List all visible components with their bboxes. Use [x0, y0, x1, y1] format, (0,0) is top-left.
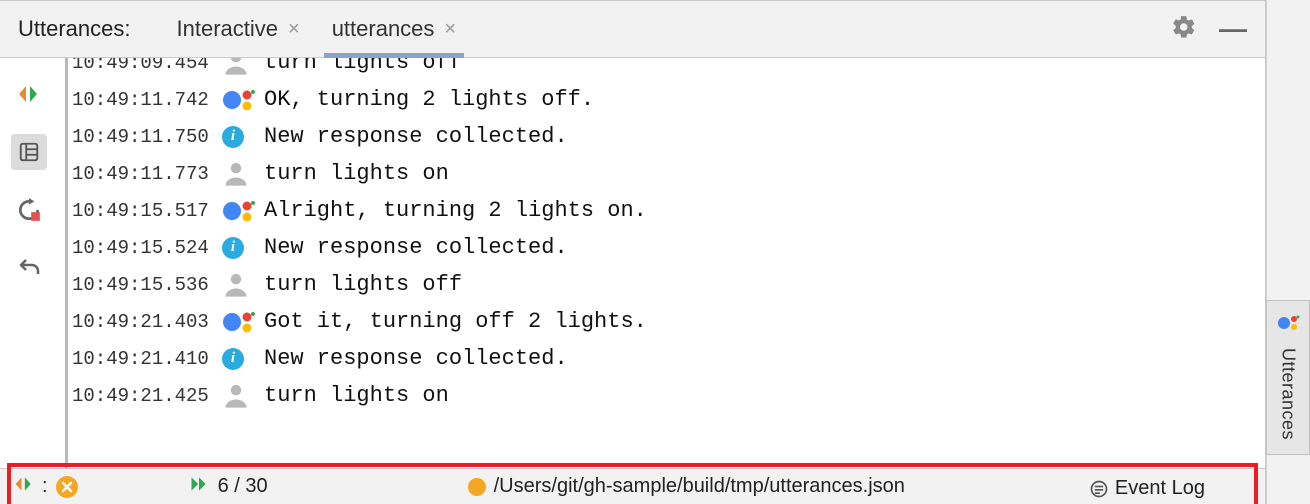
- tab-interactive[interactable]: Interactive ×: [161, 1, 316, 57]
- log-message: OK, turning 2 lights off.: [264, 87, 594, 112]
- log-timestamp: 10:49:11.742: [72, 89, 222, 111]
- left-toolbar: [0, 58, 58, 468]
- side-tab-label: Utterances: [1278, 348, 1299, 440]
- log-timestamp: 10:49:21.403: [72, 311, 222, 333]
- close-icon[interactable]: ×: [288, 19, 300, 39]
- log-timestamp: 10:49:21.425: [72, 385, 222, 407]
- status-file-path: /Users/git/gh-sample/build/tmp/utterance…: [494, 475, 905, 498]
- log-timestamp: 10:49:15.517: [72, 200, 222, 222]
- tab-bar: Interactive × utterances ×: [161, 1, 473, 57]
- status-bar: : 6 / 30 /Users/git/gh-sample/build/tmp/…: [0, 468, 1265, 504]
- info-icon: i: [222, 348, 264, 370]
- log-timestamp: 10:49:15.536: [72, 274, 222, 296]
- event-log-link[interactable]: Event Log: [1089, 477, 1205, 500]
- log-message: New response collected.: [264, 346, 568, 371]
- log-row[interactable]: 10:49:15.536 turn lights off: [72, 266, 1265, 303]
- tab-label: utterances: [332, 16, 435, 42]
- log-message: turn lights on: [264, 161, 449, 186]
- right-rail: Utterances: [1266, 0, 1310, 504]
- info-icon: i: [222, 237, 264, 259]
- log-row[interactable]: 10:49:21.425 turn lights on: [72, 377, 1265, 414]
- assistant-icon: [222, 309, 264, 335]
- status-progress: 6 / 30: [218, 475, 268, 498]
- log-row[interactable]: 10:49:11.773 turn lights on: [72, 155, 1265, 192]
- log-gutter: [58, 58, 68, 468]
- status-colon: :: [42, 475, 48, 498]
- log-timestamp: 10:49:15.524: [72, 237, 222, 259]
- log-message: New response collected.: [264, 124, 568, 149]
- traffic-arrows-icon[interactable]: [11, 76, 47, 112]
- tab-label: Interactive: [177, 16, 279, 42]
- minimize-icon[interactable]: —: [1219, 13, 1247, 45]
- log-area[interactable]: 10:49:09.454 turn lights off 10:49:11.742 O…: [58, 58, 1265, 468]
- gear-icon[interactable]: [1171, 14, 1197, 45]
- log-timestamp: 10:49:11.750: [72, 126, 222, 148]
- undo-icon[interactable]: [11, 250, 47, 286]
- log-timestamp: 10:49:09.454: [72, 58, 222, 74]
- log-timestamp: 10:49:21.410: [72, 348, 222, 370]
- refresh-stop-icon[interactable]: [11, 192, 47, 228]
- panel-body: 10:49:09.454 turn lights off 10:49:11.742 O…: [0, 58, 1265, 468]
- user-icon: [222, 58, 264, 77]
- user-icon: [222, 382, 264, 410]
- log-row[interactable]: 10:49:15.517 Alright, turning 2 lights on…: [72, 192, 1265, 229]
- assistant-icon: [1276, 311, 1300, 340]
- log-row[interactable]: 10:49:21.403 Got it, turning off 2 lights…: [72, 303, 1265, 340]
- log-message: turn lights off: [264, 58, 462, 75]
- log-message: turn lights off: [264, 272, 462, 297]
- log-row[interactable]: 10:49:15.524iNew response collected.: [72, 229, 1265, 266]
- user-icon: [222, 271, 264, 299]
- tab-utterances[interactable]: utterances ×: [316, 1, 472, 57]
- log-message: Alright, turning 2 lights on.: [264, 198, 647, 223]
- traffic-arrows-icon[interactable]: [14, 474, 34, 500]
- log-message: New response collected.: [264, 235, 568, 260]
- info-icon: i: [222, 126, 264, 148]
- status-dot-icon: [468, 478, 486, 496]
- fast-forward-icon[interactable]: [188, 474, 210, 500]
- log-message: Got it, turning off 2 lights.: [264, 309, 647, 334]
- layout-icon[interactable]: [11, 134, 47, 170]
- assistant-icon: [222, 87, 264, 113]
- log-message: turn lights on: [264, 383, 449, 408]
- log-timestamp: 10:49:11.773: [72, 163, 222, 185]
- event-log-label: Event Log: [1115, 477, 1205, 500]
- panel-title: Utterances:: [18, 16, 161, 42]
- log-row[interactable]: 10:49:09.454 turn lights off: [72, 58, 1265, 81]
- panel-header: Utterances: Interactive × utterances × —: [0, 0, 1265, 58]
- assistant-icon: [222, 198, 264, 224]
- log-row[interactable]: 10:49:11.742 OK, turning 2 lights off.: [72, 81, 1265, 118]
- log-row[interactable]: 10:49:11.750iNew response collected.: [72, 118, 1265, 155]
- cancel-badge-icon[interactable]: [56, 476, 78, 498]
- side-tab-utterances[interactable]: Utterances: [1266, 300, 1310, 455]
- close-icon[interactable]: ×: [444, 19, 456, 39]
- user-icon: [222, 160, 264, 188]
- log-row[interactable]: 10:49:21.410iNew response collected.: [72, 340, 1265, 377]
